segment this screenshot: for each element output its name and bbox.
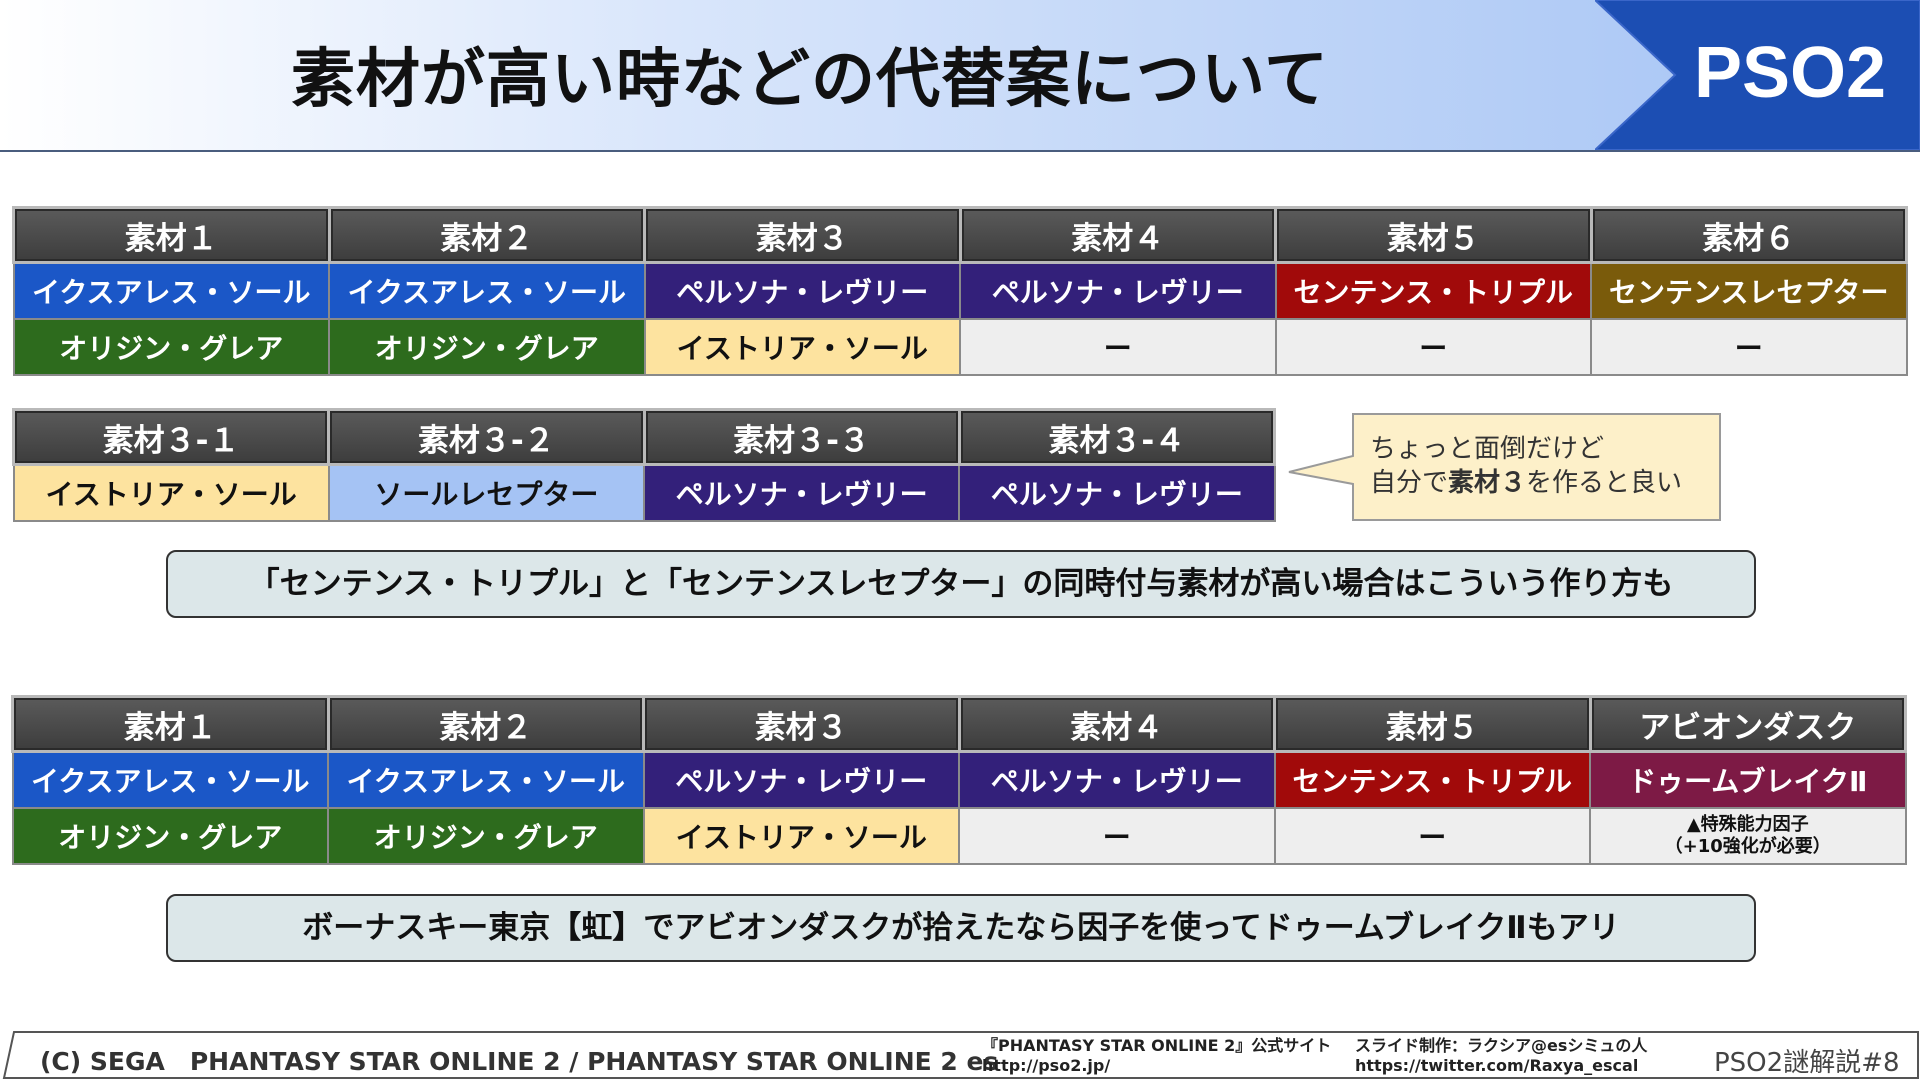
ability-cell: オリジン・グレア [327,807,645,865]
note-box-2: ボーナスキー東京【虹】でアビオンダスクが拾えたなら因子を使ってドゥームブレイクⅡ… [166,894,1756,962]
callout-bold: 素材３ [1448,468,1527,498]
table-header-row: 素材１ 素材２ 素材３ 素材４ 素材５ 素材６ [12,206,1908,264]
footer-site-name: 『PHANTASY STAR ONLINE 2』公式サイト [982,1036,1332,1055]
header-cell: 素材３ [643,206,962,264]
ability-cell: イストリア・ソール [12,463,330,522]
header-cell: 素材４ [958,206,1277,264]
ability-cell: オリジン・グレア [11,807,329,865]
header-cell: 素材２ [327,206,646,264]
ability-cell: センテンスレセプター [1590,261,1908,320]
ability-cell: イクスアレス・ソール [327,750,645,809]
ability-cell: イストリア・ソール [643,318,961,376]
header-cell: 素材２ [326,695,645,753]
table-header-row: 素材１ 素材２ 素材３ 素材４ 素材５ アビオンダスク [11,695,1907,753]
table-row: イクスアレス・ソール イクスアレス・ソール ペルソナ・レヴリー ペルソナ・レヴリ… [12,261,1908,320]
header-cell: 素材３ [642,695,961,753]
ability-cell: イクスアレス・ソール [12,261,330,320]
ability-cell: ペルソナ・レヴリー [642,750,960,809]
factor-line-1: ▲特殊能力因子 [1686,814,1809,835]
page-title: 素材が高い時などの代替案について [290,43,1330,117]
callout-text: ちょっと面倒だけど 自分で素材３を作ると良い [1370,432,1682,500]
header-cell: 素材１ [12,206,331,264]
table-row: イストリア・ソール ソールレセプター ペルソナ・レヴリー ペルソナ・レヴリー [12,463,1276,522]
footer-copyright: (C) SEGA PHANTASY STAR ONLINE 2 / PHANTA… [40,1047,999,1076]
material-table-1: 素材１ 素材２ 素材３ 素材４ 素材５ 素材６ イクスアレス・ソール イクスアレ… [12,206,1908,376]
footer-page-label: PSO2謎解説#8 [1714,1048,1900,1078]
ability-cell: ペルソナ・レヴリー [958,750,1276,809]
empty-cell: ー [1590,318,1908,376]
ability-cell: センテンス・トリプル [1274,261,1592,320]
header-bar: 素材が高い時などの代替案について PSO2 [0,0,1920,152]
material-table-3: 素材１ 素材２ 素材３ 素材４ 素材５ アビオンダスク イクスアレス・ソール イ… [11,695,1907,865]
ability-cell: ペルソナ・レヴリー [958,463,1276,522]
ability-cell: オリジン・グレア [328,318,646,376]
header-cell: 素材５ [1273,695,1592,753]
header-cell: 素材３-４ [957,408,1277,466]
footer-credit-url[interactable]: https://twitter.com/Raxya_escal [1355,1056,1647,1076]
footer-credit: スライド制作：ラクシア@esシミュの人 https://twitter.com/… [1355,1036,1647,1076]
ability-cell: センテンス・トリプル [1273,750,1591,809]
ability-cell: オリジン・グレア [12,318,330,376]
factor-cell: ▲特殊能力因子 （+10強化が必要） [1589,807,1907,865]
header-cell: アビオンダスク [1588,695,1907,753]
table-row: イクスアレス・ソール イクスアレス・ソール ペルソナ・レヴリー ペルソナ・レヴリ… [11,750,1907,809]
brand-logo-text: PSO2 [1693,33,1887,113]
ability-cell: ソールレセプター [327,463,646,522]
header-cell: 素材３-１ [11,408,331,466]
ability-cell: ドゥームブレイクⅡ [1589,750,1907,809]
header-cell: 素材６ [1589,206,1908,264]
table-header-row: 素材３-１ 素材３-２ 素材３-３ 素材３-４ [11,408,1277,466]
header-cell: 素材３-２ [327,408,646,466]
footer-site-url[interactable]: http://pso2.jp/ [982,1056,1331,1076]
empty-cell: ー [959,318,1277,376]
ability-cell: イクスアレス・ソール [11,750,329,809]
table-row: オリジン・グレア オリジン・グレア イストリア・ソール ー ー ▲特殊能力因子 … [11,807,1907,865]
ability-cell: ペルソナ・レヴリー [643,261,961,320]
callout-line-2: 自分で素材３を作ると良い [1370,468,1683,498]
material-table-2: 素材３-１ 素材３-２ 素材３-３ 素材３-４ イストリア・ソール ソールレセプ… [11,408,1277,522]
header-cell: 素材３-３ [642,408,961,466]
ability-cell: ペルソナ・レヴリー [642,463,961,522]
footer-official-site: 『PHANTASY STAR ONLINE 2』公式サイト http://pso… [982,1036,1331,1076]
callout-line-1: ちょっと面倒だけど [1370,434,1605,464]
header-cell: 素材１ [11,695,330,753]
note-box-1: 「センテンス・トリプル」と「センテンスレセプター」の同時付与素材が高い場合はこう… [166,550,1756,618]
table-row: オリジン・グレア オリジン・グレア イストリア・ソール ー ー ー [12,318,1908,376]
header-cell: 素材４ [957,695,1276,753]
empty-cell: ー [958,807,1276,865]
empty-cell: ー [1274,318,1592,376]
footer-credit-name: スライド制作：ラクシア@esシミュの人 [1355,1036,1648,1055]
ability-cell: イクスアレス・ソール [328,261,646,320]
header-cell: 素材５ [1274,206,1593,264]
ability-cell: ペルソナ・レヴリー [959,261,1277,320]
empty-cell: ー [1273,807,1591,865]
ability-cell: イストリア・ソール [642,807,960,865]
factor-line-2: （+10強化が必要） [1664,836,1831,857]
